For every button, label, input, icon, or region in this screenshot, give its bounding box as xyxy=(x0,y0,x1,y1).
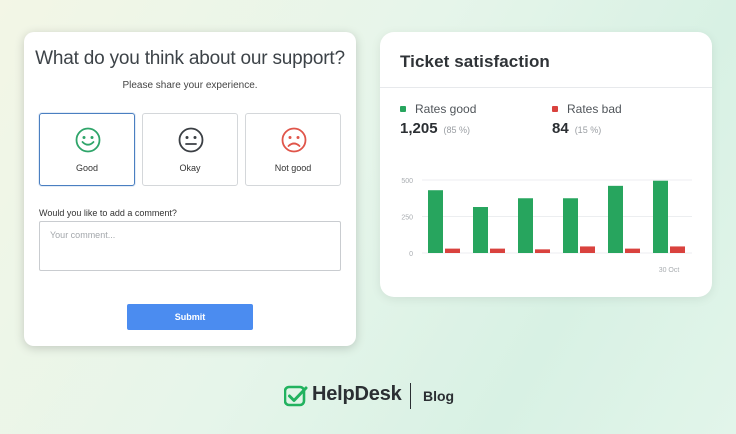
bar-rates-good xyxy=(563,198,578,253)
blog-link[interactable]: Blog xyxy=(423,388,454,404)
rating-option-label: Not good xyxy=(274,163,312,173)
bar-rates-bad xyxy=(490,248,505,253)
survey-title: What do you think about our support? xyxy=(35,48,345,69)
footer: HelpDesk Blog xyxy=(284,381,484,411)
bar-rates-bad xyxy=(625,248,640,253)
helpdesk-logo-icon xyxy=(284,385,308,407)
smiley-neutral-icon xyxy=(178,127,204,153)
comment-input[interactable] xyxy=(39,221,341,271)
smiley-sad-icon xyxy=(281,127,307,153)
smiley-happy-icon xyxy=(75,127,101,153)
bar-rates-bad xyxy=(535,249,550,253)
y-tick-label: 500 xyxy=(401,178,413,185)
y-tick-label: 250 xyxy=(401,215,413,222)
ticket-satisfaction-card: Ticket satisfaction Rates good 1,205 (85… xyxy=(380,32,712,297)
bar-rates-bad xyxy=(580,246,595,253)
rating-option-okay[interactable]: Okay xyxy=(142,113,238,186)
feedback-survey-card: What do you think about our support? Ple… xyxy=(24,32,356,346)
survey-subtitle: Please share your experience. xyxy=(122,80,258,91)
satisfaction-bar-chart: 500 250 0 30 Oct xyxy=(401,178,692,274)
rating-option-label: Good xyxy=(75,163,99,173)
bar-rates-bad xyxy=(670,246,685,253)
footer-divider xyxy=(410,383,411,409)
comment-label: Would you like to add a comment? xyxy=(39,208,177,218)
brand-name: HelpDesk xyxy=(312,383,402,405)
rating-option-good[interactable]: Good xyxy=(39,113,135,186)
bar-rates-good xyxy=(518,198,533,253)
rating-options: Good Okay Not good xyxy=(39,113,341,186)
bar-rates-good xyxy=(653,180,668,253)
rating-option-label: Okay xyxy=(179,163,201,173)
bar-rates-good xyxy=(428,190,443,253)
x-tick-label: 30 Oct xyxy=(659,267,680,274)
bar-rates-bad xyxy=(445,248,460,253)
bar-rates-good xyxy=(608,185,623,253)
y-tick-label: 0 xyxy=(409,251,413,258)
bar-rates-good xyxy=(473,207,488,253)
rating-option-not-good[interactable]: Not good xyxy=(245,113,341,186)
submit-button[interactable]: Submit xyxy=(127,304,253,330)
